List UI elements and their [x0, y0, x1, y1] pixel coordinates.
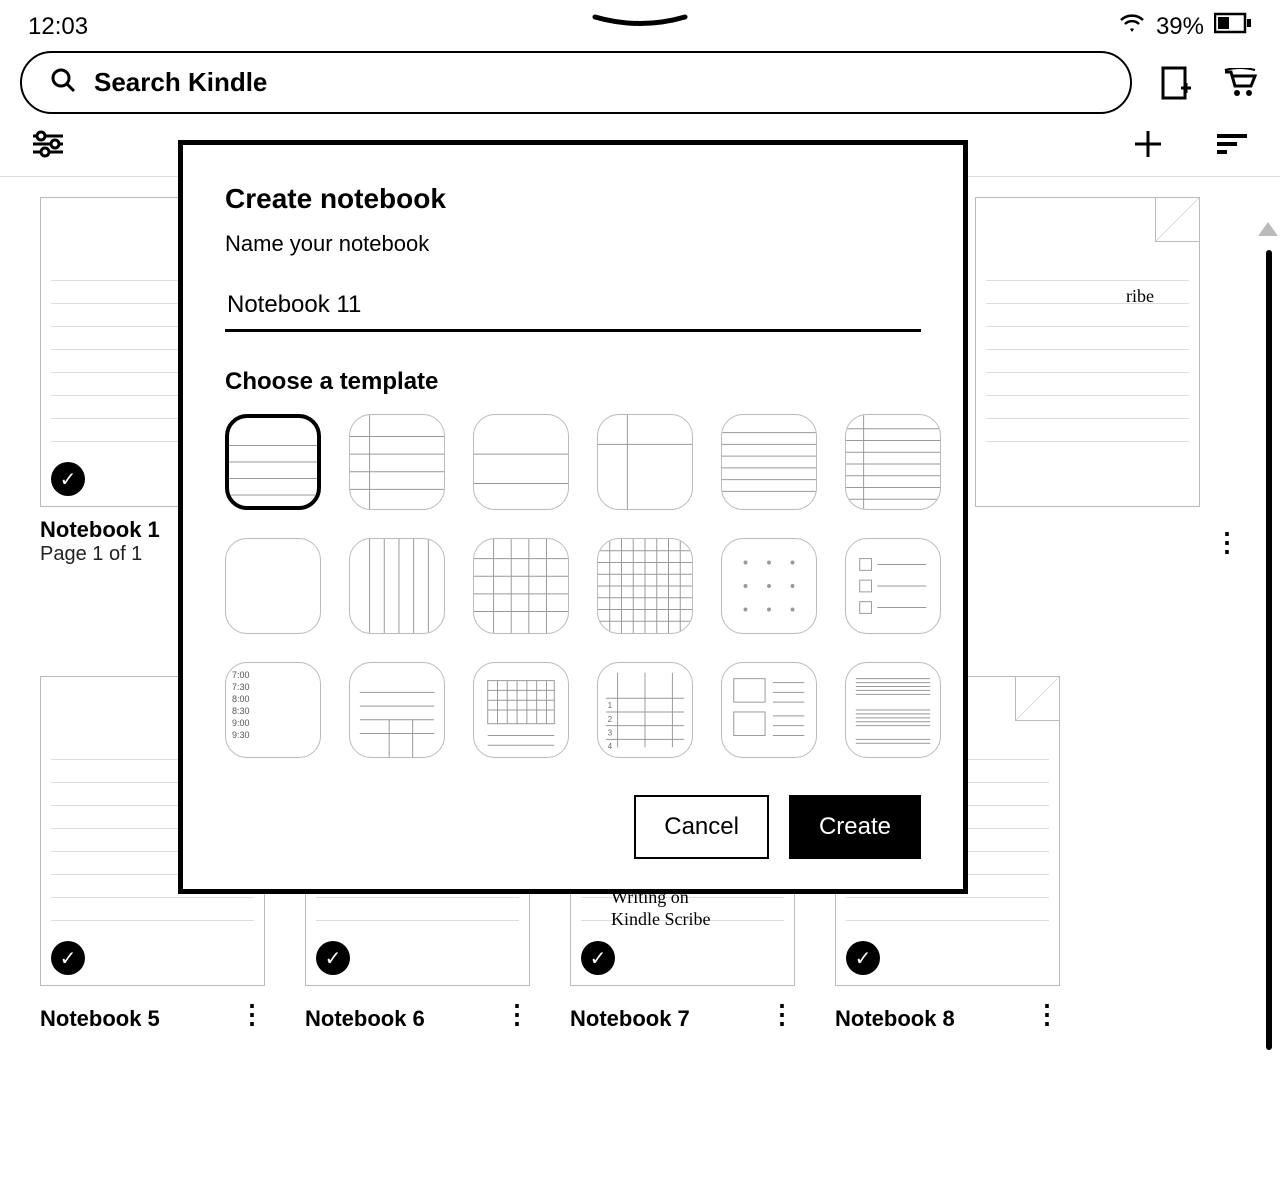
- check-icon: ✓: [51, 462, 85, 496]
- check-icon: ✓: [316, 941, 350, 975]
- template-schedule[interactable]: 7:00 7:30 8:00 8:30 9:00 9:30: [225, 662, 321, 758]
- template-storyboard[interactable]: [721, 662, 817, 758]
- svg-text:3: 3: [608, 728, 613, 737]
- svg-text:4: 4: [608, 742, 613, 751]
- create-button[interactable]: Create: [789, 795, 921, 859]
- template-music[interactable]: [845, 662, 941, 758]
- search-input[interactable]: [94, 67, 1102, 98]
- notebook-title: Notebook 5: [40, 1006, 160, 1032]
- filter-icon[interactable]: [28, 124, 68, 164]
- handwriting: Kindle Scribe: [611, 909, 710, 930]
- wifi-icon: [1118, 12, 1146, 41]
- template-lined-narrow[interactable]: [721, 414, 817, 510]
- check-icon: ✓: [581, 941, 615, 975]
- template-grid-large[interactable]: [473, 538, 569, 634]
- clock: 12:03: [28, 13, 88, 41]
- drag-handle-icon[interactable]: [590, 14, 690, 35]
- name-label: Name your notebook: [225, 231, 921, 257]
- template-grid-small[interactable]: [597, 538, 693, 634]
- more-icon[interactable]: ⋮: [769, 999, 795, 1030]
- scroll-up-arrow-icon[interactable]: [1258, 222, 1278, 236]
- notebook-title: Notebook 6: [305, 1006, 425, 1032]
- battery-percent: 39%: [1156, 13, 1204, 41]
- choose-template-label: Choose a template: [225, 368, 921, 396]
- template-dots[interactable]: [721, 538, 817, 634]
- more-icon[interactable]: ⋮: [239, 999, 265, 1030]
- template-calendar[interactable]: [473, 662, 569, 758]
- template-grid: 7:00 7:30 8:00 8:30 9:00 9:30 1 2 3 4: [225, 414, 921, 758]
- cancel-button[interactable]: Cancel: [634, 795, 769, 859]
- notebook-title: Notebook 7: [570, 1006, 690, 1032]
- notebook-add-icon[interactable]: [1156, 63, 1196, 103]
- notebook-name-input[interactable]: [225, 287, 921, 332]
- svg-text:1: 1: [608, 701, 612, 710]
- more-icon[interactable]: ⋮: [504, 999, 530, 1030]
- template-cross[interactable]: [597, 414, 693, 510]
- template-lined-margin-top[interactable]: [349, 414, 445, 510]
- svg-text:2: 2: [608, 715, 612, 724]
- cart-icon[interactable]: [1220, 63, 1260, 103]
- template-lined-narrow-margin[interactable]: [845, 414, 941, 510]
- template-numbered-grid[interactable]: 1 2 3 4: [597, 662, 693, 758]
- search-bar[interactable]: [20, 51, 1132, 114]
- more-icon[interactable]: ⋮: [1214, 527, 1240, 558]
- template-table[interactable]: [349, 662, 445, 758]
- template-lined-wide[interactable]: [225, 414, 321, 510]
- template-columns[interactable]: [349, 538, 445, 634]
- dialog-title: Create notebook: [225, 183, 921, 215]
- sort-icon[interactable]: [1212, 124, 1252, 164]
- add-icon[interactable]: [1128, 124, 1168, 164]
- scrollbar[interactable]: [1266, 250, 1272, 1050]
- more-icon[interactable]: ⋮: [1034, 999, 1060, 1030]
- handwriting: ribe: [1126, 286, 1154, 307]
- template-two-lines[interactable]: [473, 414, 569, 510]
- create-notebook-dialog: Create notebook Name your notebook Choos…: [178, 140, 968, 894]
- template-blank[interactable]: [225, 538, 321, 634]
- check-icon: ✓: [846, 941, 880, 975]
- template-checklist[interactable]: [845, 538, 941, 634]
- search-icon: [50, 67, 76, 98]
- notebook-thumbnail: ribe: [975, 197, 1200, 507]
- battery-icon: [1214, 12, 1252, 41]
- check-icon: ✓: [51, 941, 85, 975]
- header: [0, 45, 1280, 114]
- notebook-title: Notebook 8: [835, 1006, 955, 1032]
